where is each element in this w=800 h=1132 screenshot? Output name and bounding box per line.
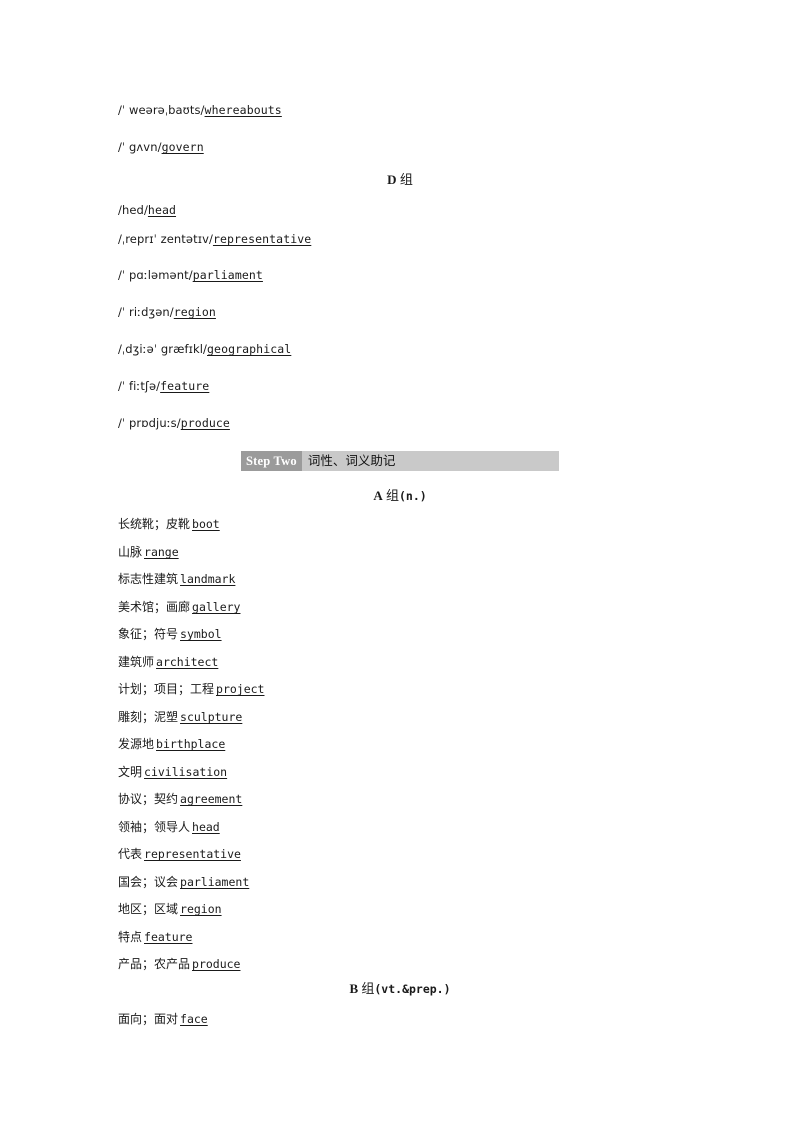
vocab-chinese: 产品；农产品: [118, 957, 191, 971]
phonetic-transcription: /ˌreprɪˈ zentətɪv/: [118, 232, 213, 246]
phonetic-transcription: /hed/: [118, 203, 148, 217]
phonetic-transcription: /ˈ pɑːləmənt/: [118, 268, 193, 282]
vocab-english: architect: [156, 655, 219, 669]
vocab-english: landmark: [180, 572, 236, 586]
group-letter: D: [387, 172, 397, 187]
step-badge: Step Two: [241, 451, 302, 471]
vocab-chinese: 美术馆；画廊: [118, 600, 191, 614]
vocab-chinese: 发源地: [118, 737, 155, 751]
vocab-english: boot: [192, 517, 220, 531]
vocab-english: parliament: [180, 875, 250, 889]
phonetic-transcription: /ˈ riːdʒən/: [118, 305, 174, 319]
phonetic-entry: /ˈ gʌvn/govern: [118, 140, 204, 154]
vocab-english: gallery: [192, 600, 241, 614]
vocabulary-word: whereabouts: [204, 103, 282, 117]
phonetic-entry: /ˈ riːdʒən/region: [118, 305, 216, 319]
vocab-english: symbol: [180, 627, 222, 641]
vocab-item: 文明 civilisation: [118, 765, 227, 780]
group-label-d: D 组: [0, 172, 800, 189]
vocab-item: 山脉 range: [118, 545, 179, 560]
vocab-item: 协议；契约 agreement: [118, 792, 242, 807]
vocab-chinese: 计划；项目；工程: [118, 682, 215, 696]
vocab-item: 面向；面对 face: [118, 1012, 208, 1027]
vocab-chinese: 协议；契约: [118, 792, 179, 806]
phonetic-entry: /hed/head: [118, 203, 176, 217]
phonetic-entry: /ˈ fiːtʃə/feature: [118, 379, 209, 393]
vocab-chinese: 雕刻；泥塑: [118, 710, 179, 724]
vocab-chinese: 象征；符号: [118, 627, 179, 641]
step-two-header-bar: Step Two 词性、词义助记: [241, 451, 559, 471]
vocab-english: project: [216, 682, 265, 696]
vocab-chinese: 国会；议会: [118, 875, 179, 889]
vocab-chinese: 领袖；领导人: [118, 820, 191, 834]
vocab-english: feature: [144, 930, 193, 944]
phonetic-transcription: /ˈ weərəˌbaʊts/: [118, 103, 205, 117]
vocab-chinese: 标志性建筑: [118, 572, 179, 586]
vocab-english: head: [192, 820, 220, 834]
vocabulary-word: govern: [161, 140, 204, 154]
vocabulary-word: feature: [160, 379, 210, 393]
vocab-chinese: 文明: [118, 765, 143, 779]
vocab-chinese: 面向；面对: [118, 1012, 179, 1026]
phonetic-entry: /ˈ weərəˌbaʊts/whereabouts: [118, 103, 282, 117]
vocab-english: region: [180, 902, 222, 916]
group-part-of-speech: (vt.&prep.): [374, 982, 451, 996]
vocabulary-word: produce: [180, 416, 230, 430]
vocab-english: face: [180, 1012, 208, 1026]
vocab-item: 建筑师 architect: [118, 655, 218, 670]
vocab-chinese: 建筑师: [118, 655, 155, 669]
step-title: 词性、词义助记: [307, 453, 396, 468]
vocab-english: agreement: [180, 792, 243, 806]
phonetic-transcription: /ˈ fiːtʃə/: [118, 379, 161, 393]
vocabulary-word: representative: [212, 232, 312, 246]
group-letter: A: [373, 488, 383, 503]
vocabulary-word: parliament: [192, 268, 263, 282]
vocab-chinese: 地区；区域: [118, 902, 179, 916]
vocab-item: 长统靴；皮靴 boot: [118, 517, 220, 532]
vocab-english: sculpture: [180, 710, 243, 724]
vocab-english: range: [144, 545, 179, 559]
group-letter: B: [349, 981, 359, 996]
phonetic-entry: /ˌdʒiːəˈ græfɪkl/geographical: [118, 342, 291, 356]
vocab-chinese: 山脉: [118, 545, 143, 559]
phonetic-transcription: /ˈ prɒdjuːs/: [118, 416, 181, 430]
vocab-item: 计划；项目；工程 project: [118, 682, 264, 697]
vocab-chinese: 长统靴；皮靴: [118, 517, 191, 531]
vocab-english: civilisation: [144, 765, 228, 779]
vocab-item: 标志性建筑 landmark: [118, 572, 235, 587]
vocabulary-word: head: [147, 203, 177, 217]
vocab-item: 特点 feature: [118, 930, 192, 945]
phonetic-entry: /ˈ prɒdjuːs/produce: [118, 416, 230, 430]
vocab-item: 象征；符号 symbol: [118, 627, 222, 642]
document-page: /ˈ weərəˌbaʊts/whereabouts /ˈ gʌvn/gover…: [0, 0, 800, 1132]
vocabulary-word: region: [173, 305, 216, 319]
phonetic-transcription: /ˈ gʌvn/: [118, 140, 162, 154]
phonetic-entry: /ˌreprɪˈ zentətɪv/representative: [118, 232, 311, 246]
group-suffix: 组: [385, 489, 399, 504]
group-part-of-speech: (n.): [398, 489, 427, 503]
vocab-chinese: 代表: [118, 847, 143, 861]
vocab-english: birthplace: [156, 737, 226, 751]
vocab-item: 地区；区域 region: [118, 902, 222, 917]
vocab-english: produce: [192, 957, 241, 971]
vocab-item: 产品；农产品 produce: [118, 957, 240, 972]
vocabulary-word: geographical: [207, 342, 292, 356]
group-label-a: A 组(n.): [0, 488, 800, 505]
group-label-b: B 组(vt.&prep.): [0, 981, 800, 998]
vocab-chinese: 特点: [118, 930, 143, 944]
vocab-item: 国会；议会 parliament: [118, 875, 249, 890]
vocab-item: 领袖；领导人 head: [118, 820, 220, 835]
vocab-item: 雕刻；泥塑 sculpture: [118, 710, 242, 725]
vocab-item: 代表 representative: [118, 847, 241, 862]
vocab-item: 美术馆；画廊 gallery: [118, 600, 240, 615]
vocab-item: 发源地 birthplace: [118, 737, 225, 752]
group-suffix: 组: [399, 173, 413, 188]
group-suffix: 组: [361, 982, 375, 997]
vocab-english: representative: [144, 847, 241, 861]
phonetic-entry: /ˈ pɑːləmənt/parliament: [118, 268, 263, 282]
phonetic-transcription: /ˌdʒiːəˈ græfɪkl/: [118, 342, 208, 356]
